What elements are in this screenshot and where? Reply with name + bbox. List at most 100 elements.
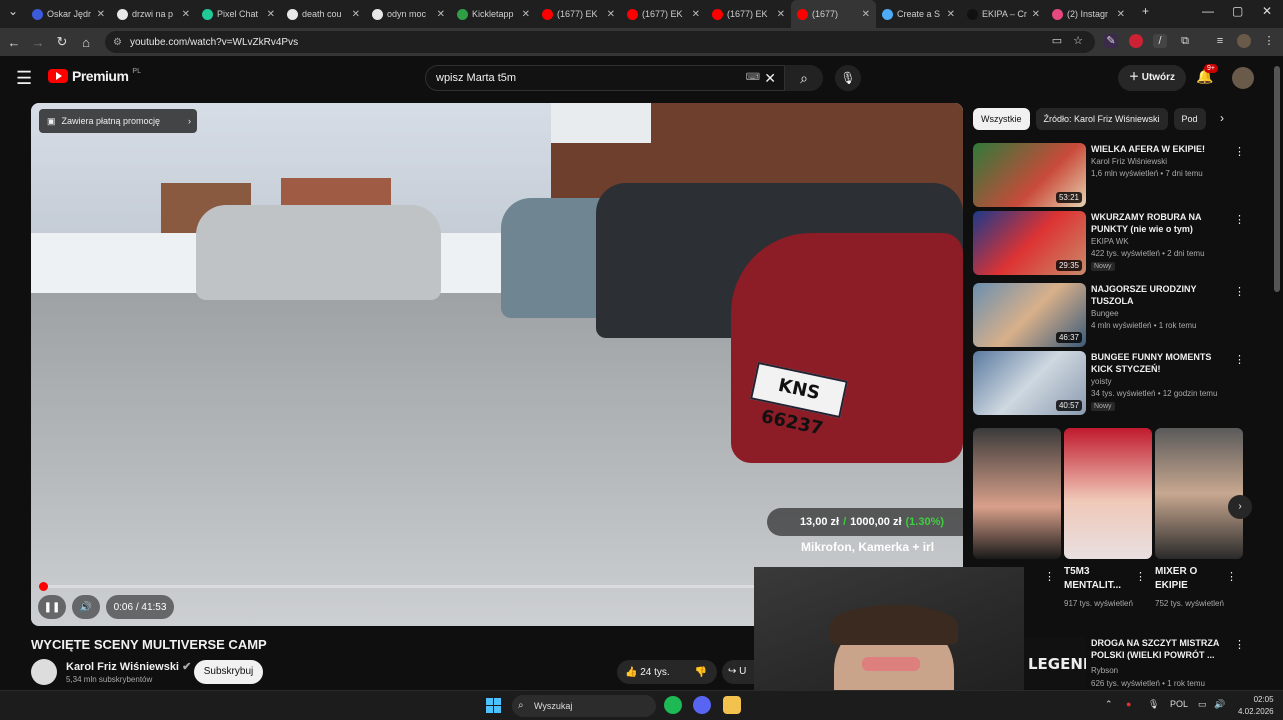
page-scrollbar[interactable] [1273,60,1281,690]
more-options-icon[interactable]: ⋮ [1234,638,1245,651]
network-icon[interactable]: ▭ [1198,699,1207,710]
scrollbar-thumb[interactable] [1274,66,1280,292]
paid-promotion-badge[interactable]: ▣ Zawiera płatną promocję › [39,109,197,133]
site-info-icon[interactable]: ⚙ [113,37,122,48]
browser-tab[interactable]: drzwi na p ✕ [111,0,196,28]
short-thumbnail[interactable] [973,428,1061,559]
chip-from-channel[interactable]: Źródło: Karol Friz Wiśniewski [1035,108,1168,130]
create-button[interactable]: ＋ Utwórz [1118,65,1186,91]
close-tab-icon[interactable]: ✕ [862,9,870,20]
chip-all[interactable]: Wszystkie [973,108,1030,130]
close-window-icon[interactable]: ✕ [1262,4,1272,18]
like-button[interactable]: 👍 24 tys. [625,667,670,678]
chips-next-icon[interactable]: › [1220,111,1224,125]
rec-channel[interactable]: Rybson [1091,666,1118,675]
more-options-icon[interactable]: ⋮ [1135,570,1146,583]
close-tab-icon[interactable]: ✕ [182,9,190,20]
video-thumbnail[interactable]: 40:57 [973,351,1086,415]
tray-app-icon[interactable]: ● [1126,699,1131,709]
spotify-icon[interactable] [664,696,682,714]
close-tab-icon[interactable]: ✕ [352,9,360,20]
browser-tab[interactable]: Create a S ✕ [876,0,961,28]
recommended-video[interactable]: 46:37 NAJGORSZE URODZINY TUSZOLA Bungee 4 m… [973,283,1248,347]
taskbar-search[interactable]: ⌕ Wyszukaj [512,695,656,717]
rec-channel[interactable]: Karol Friz Wiśniewski [1091,157,1167,166]
shorts-next-button[interactable]: › [1228,495,1252,519]
browser-tab[interactable]: (1677) EK ✕ [536,0,621,28]
browser-tab[interactable]: Pixel Chat ✕ [196,0,281,28]
browser-menu-icon[interactable]: ⋮ [1262,34,1276,48]
video-thumbnail[interactable]: LEGENDY [1024,637,1086,689]
account-avatar[interactable] [1232,67,1254,89]
rec-channel[interactable]: EKIPA WK [1091,237,1129,246]
rec-title[interactable]: NAJGORSZE URODZINY TUSZOLA [1091,283,1216,307]
keyboard-icon[interactable]: ⌨ [746,66,760,90]
close-tab-icon[interactable]: ✕ [607,9,615,20]
close-tab-icon[interactable]: ✕ [1032,9,1040,20]
close-tab-icon[interactable]: ✕ [1117,9,1125,20]
close-tab-icon[interactable]: ✕ [947,9,955,20]
video-thumbnail[interactable]: 29:35 [973,211,1086,275]
video-thumbnail[interactable]: 53:21 [973,143,1086,207]
channel-name[interactable]: Karol Friz Wiśniewski ✔ [66,660,191,673]
extension-icon[interactable]: ✎ [1104,34,1118,48]
extension-icon[interactable]: / [1153,34,1167,48]
tray-overflow-icon[interactable]: ⌃ [1105,699,1113,710]
clear-search-icon[interactable]: ✕ [764,66,776,90]
file-explorer-icon[interactable] [723,696,741,714]
media-icon[interactable]: ≡ [1213,34,1227,48]
browser-tab[interactable]: Oskar Jędr ✕ [26,0,111,28]
discord-icon[interactable] [693,696,711,714]
short-thumbnail[interactable] [1155,428,1243,559]
close-tab-icon[interactable]: ✕ [692,9,700,20]
short-title[interactable]: T5M3 MENTALIT... [1064,565,1134,593]
scrubber-handle[interactable] [39,582,48,591]
browser-tab[interactable]: odyn moc ✕ [366,0,451,28]
channel-avatar[interactable] [31,659,57,685]
home-icon[interactable]: ⌂ [74,35,98,50]
rec-title[interactable]: BUNGEE FUNNY MOMENTS KICK STYCZEŃ! [1091,351,1216,375]
more-options-icon[interactable]: ⋮ [1226,570,1237,583]
new-tab-button[interactable]: + [1142,4,1149,18]
volume-icon[interactable]: 🔊 [1214,699,1225,710]
close-tab-icon[interactable]: ✕ [522,9,530,20]
notifications-button[interactable]: 🔔 9+ [1196,64,1218,85]
recommended-video[interactable]: 53:21 WIELKA AFERA W EKIPIE! Karol Friz Wi… [973,143,1248,207]
browser-tab[interactable]: death cou ✕ [281,0,366,28]
close-tab-icon[interactable]: ✕ [777,9,785,20]
forward-icon[interactable]: → [26,35,50,50]
chip-related[interactable]: Pod [1173,108,1206,130]
close-tab-icon[interactable]: ✕ [97,9,105,20]
recommended-video[interactable]: 40:57 BUNGEE FUNNY MOMENTS KICK STYCZEŃ! y… [973,351,1248,415]
extensions-puzzle-icon[interactable]: ⧉ [1178,34,1192,48]
rec-title[interactable]: WKURZAMY ROBURA NA PUNKTY (nie wie o tym… [1091,211,1216,235]
extension-icon[interactable] [1129,34,1143,48]
profile-avatar[interactable] [1237,34,1251,48]
windows-start-icon[interactable] [486,698,501,713]
tray-mic-icon[interactable]: 🎙 [1148,699,1159,710]
video-thumbnail[interactable]: 46:37 [973,283,1086,347]
tab-search-icon[interactable]: ⌄ [8,4,18,18]
short-thumbnail[interactable] [1064,428,1152,559]
maximize-icon[interactable]: ▢ [1232,4,1243,18]
rec-title[interactable]: WIELKA AFERA W EKIPIE! [1091,143,1216,155]
browser-tab[interactable]: EKIPA – Cr ✕ [961,0,1046,28]
more-options-icon[interactable]: ⋮ [1234,145,1245,158]
more-options-icon[interactable]: ⋮ [1234,213,1245,226]
volume-button[interactable]: 🔊 [72,595,100,619]
system-clock[interactable]: 02:05 4.02.2026 [1238,694,1274,718]
browser-tab[interactable]: (1677) EK ✕ [706,0,791,28]
voice-search-button[interactable]: 🎙 [835,65,861,91]
rec-channel[interactable]: yoisty [1091,377,1111,386]
minimize-icon[interactable]: — [1202,4,1214,18]
more-options-icon[interactable]: ⋮ [1044,570,1055,583]
subscribe-button[interactable]: Subskrybuj [194,660,263,684]
menu-hamburger-icon[interactable]: ☰ [16,68,32,89]
rec-channel[interactable]: Bungee [1091,309,1119,318]
short-title[interactable]: MIXER O EKIPIE [1155,565,1225,593]
browser-tab[interactable]: Kickletapp ✕ [451,0,536,28]
language-indicator[interactable]: POL [1170,699,1188,709]
browser-tab[interactable]: (2) Instagr ✕ [1046,0,1131,28]
search-button[interactable]: ⌕ [785,65,823,91]
search-input[interactable]: wpisz Marta t5m ⌨ ✕ [425,65,785,91]
